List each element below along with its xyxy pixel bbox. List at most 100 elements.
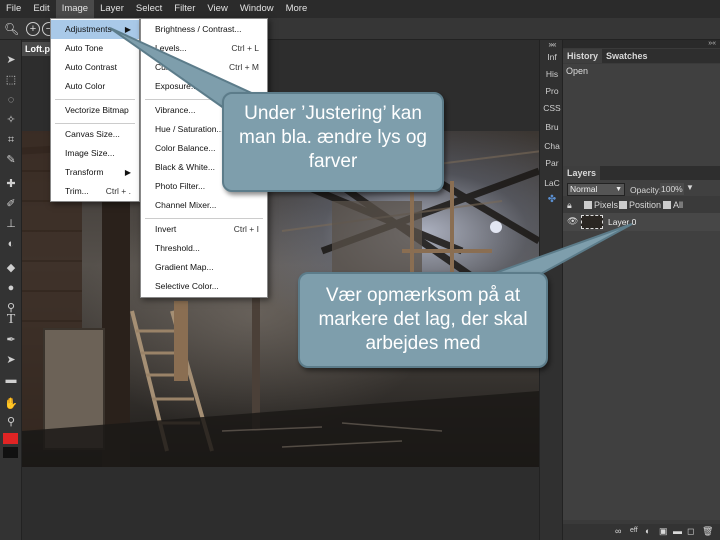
panel-extra-icon[interactable]: ✤ [542,194,562,205]
toolbox: ➤ ⬚ ◌ ✧ ⌗ ✎ ✚ ✐ ⊥ ◐ ◆ ● ⚲ T ✒ ➤ ▬ ✋ ⚲ [0,40,22,540]
hand-tool-icon[interactable]: ✋ [3,396,19,412]
menu-item-selective-color[interactable]: Selective Color... [141,277,267,296]
quick-select-icon[interactable]: ✧ [3,112,19,128]
tab-swatches[interactable]: Swatches [602,49,652,63]
menu-separator [145,218,263,219]
panel-character-button[interactable]: Cha [542,141,562,151]
link-layers-icon[interactable]: ∞ [615,526,621,536]
eyedropper-icon[interactable]: ✎ [3,152,19,168]
menu-item-auto-contrast[interactable]: Auto Contrast [51,58,139,77]
menu-item-canvas-size[interactable]: Canvas Size... [51,125,139,144]
menu-item-label: Levels... [155,43,187,53]
opacity-slider-arrow-icon[interactable]: ▼ [686,183,694,192]
panel-properties-button[interactable]: Pro [542,86,562,96]
menu-shortcut: Ctrl + . [105,186,131,196]
menu-view[interactable]: View [201,0,233,18]
menu-item-auto-tone[interactable]: Auto Tone [51,39,139,58]
panel-collapse-arrows-icon[interactable]: »« [563,40,720,48]
clone-stamp-icon[interactable]: ⊥ [3,216,19,232]
zoom-icon[interactable]: 🔍︎ [4,22,19,36]
menu-more[interactable]: More [280,0,314,18]
zoom-in-icon[interactable]: + [26,22,40,36]
lock-icon: 🔒︎ [567,200,572,210]
new-layer-icon[interactable]: ◻ [687,526,694,537]
layers-options: Normal ▼ Opacity: 100% ▼ 🔒︎ Pixels Posit… [563,180,720,216]
layers-bottom-toolbar: ∞ eff ◐ ▣ ▬ ◻ 🗑︎ [563,524,720,540]
menu-layer[interactable]: Layer [94,0,130,18]
menu-image[interactable]: Image [55,0,95,18]
panel-history-button[interactable]: His [542,69,562,79]
blend-mode-select[interactable]: Normal ▼ [567,183,625,196]
image-menu-dropdown: Adjustments ▶ Auto Tone Auto Contrast Au… [50,18,140,202]
visibility-eye-icon[interactable]: 👁︎ [567,216,578,227]
delete-layer-icon[interactable]: 🗑︎ [702,526,713,537]
paint-bucket-icon[interactable]: ◆ [3,260,19,276]
menu-item-invert[interactable]: Invert Ctrl + I [141,220,267,239]
menu-edit[interactable]: Edit [27,0,55,18]
panel-layer-comps-button[interactable]: LaC [542,178,562,188]
menu-filter[interactable]: Filter [168,0,201,18]
brush-tool-icon[interactable]: ✐ [3,196,19,212]
layer-mask-icon[interactable]: ▣ [659,526,668,537]
shape-tool-icon[interactable]: ▬ [3,372,19,388]
panel-brush-button[interactable]: Bru [542,122,562,132]
menu-item-vectorize-bitmap[interactable]: Vectorize Bitmap [51,101,139,120]
history-panel-tabs: History Swatches [563,49,720,63]
lock-all-checkbox[interactable] [663,201,671,209]
menu-item-channel-mixer[interactable]: Channel Mixer... [141,196,267,215]
menu-window[interactable]: Window [234,0,280,18]
layers-panel-tabs: Layers [563,166,720,180]
foreground-color-swatch[interactable] [3,433,18,444]
lasso-tool-icon[interactable]: ◌ [3,92,19,108]
layer-effects-icon[interactable]: eff [630,527,638,534]
marquee-tool-icon[interactable]: ⬚ [3,72,19,88]
opacity-input[interactable]: 100% [660,183,684,195]
pen-tool-icon[interactable]: ✒ [3,332,19,348]
lock-position-checkbox[interactable] [619,201,627,209]
menu-file[interactable]: File [0,0,27,18]
collapse-arrows-icon[interactable]: »« [542,40,562,49]
healing-brush-icon[interactable]: ✚ [3,176,19,192]
menu-item-auto-color[interactable]: Auto Color [51,77,139,96]
layer-name[interactable]: Layer 0 [608,217,636,227]
menu-item-label: Trim... [65,186,89,196]
eraser-icon[interactable]: ◐ [3,236,19,252]
type-tool-icon[interactable]: T [3,312,19,328]
menu-item-label: Curves... [155,62,190,72]
layers-list-empty [563,231,720,520]
blur-tool-icon[interactable]: ● [3,280,19,296]
background-color-swatch[interactable] [3,447,18,458]
menu-item-brightness-contrast[interactable]: Brightness / Contrast... [141,20,267,39]
menu-item-gradient-map[interactable]: Gradient Map... [141,258,267,277]
panel-paragraph-button[interactable]: Par [542,158,562,168]
tab-history[interactable]: History [563,49,603,63]
callout-adjustments: Under ’Justering’ kan man bla. ændre lys… [222,92,444,192]
panel-css-button[interactable]: CSS [542,103,562,113]
history-entry[interactable]: Open [566,66,588,76]
menu-item-threshold[interactable]: Threshold... [141,239,267,258]
path-select-icon[interactable]: ➤ [3,352,19,368]
lock-pixels-checkbox[interactable] [584,201,592,209]
crop-tool-icon[interactable]: ⌗ [3,132,19,148]
tab-layers[interactable]: Layers [563,166,601,180]
menu-item-image-size[interactable]: Image Size... [51,144,139,163]
menu-shortcut: Ctrl + L [231,43,259,53]
menu-item-adjustments[interactable]: Adjustments ▶ [51,20,139,39]
zoom-tool-icon[interactable]: ⚲ [3,414,19,430]
move-tool-icon[interactable]: ➤ [3,52,19,68]
layer-row[interactable]: 👁︎ Layer 0 [563,213,720,231]
blend-mode-value: Normal [570,184,598,194]
adjustment-layer-icon[interactable]: ◐ [645,526,650,536]
lock-pixels-label: Pixels [594,200,619,210]
chevron-down-icon: ▼ [615,186,622,193]
menu-item-curves[interactable]: Curves... Ctrl + M [141,58,267,77]
new-group-icon[interactable]: ▬ [673,526,682,536]
lock-position-label: Position [629,200,662,210]
submenu-arrow-icon: ▶ [124,168,131,177]
menu-item-transform[interactable]: Transform ▶ [51,163,139,182]
menu-item-levels[interactable]: Levels... Ctrl + L [141,39,267,58]
right-panel: »« History Swatches Open Layers Normal ▼… [563,40,720,540]
menu-select[interactable]: Select [130,0,168,18]
menu-item-trim[interactable]: Trim... Ctrl + . [51,182,139,201]
panel-info-button[interactable]: Inf [542,52,562,62]
